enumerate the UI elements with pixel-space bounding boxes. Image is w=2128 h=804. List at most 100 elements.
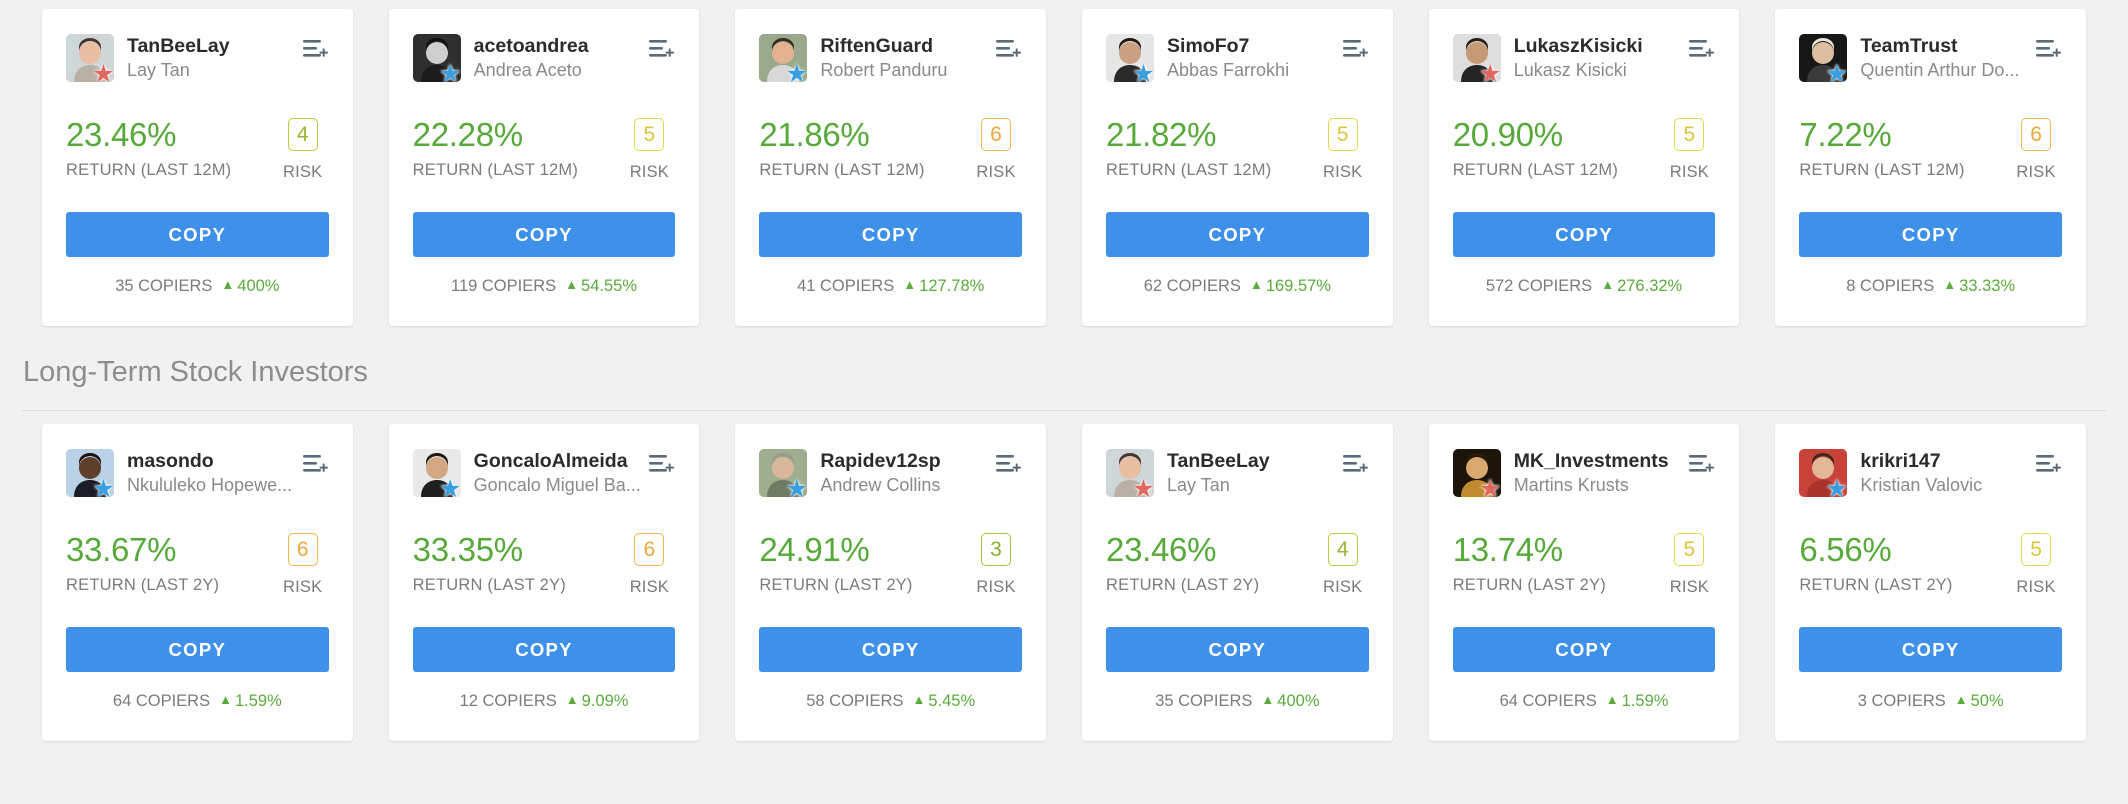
- copiers-change: 1.59%: [1622, 692, 1669, 710]
- verified-star-icon: ★: [92, 478, 115, 501]
- investor-card[interactable]: ★Rapidev12spAndrew Collins24.91%RETURN (…: [735, 424, 1046, 741]
- risk-label: RISK: [1317, 163, 1369, 182]
- investor-realname: Robert Panduru: [820, 59, 990, 82]
- add-to-list-icon[interactable]: [649, 453, 675, 477]
- verified-star-icon: ★: [1825, 63, 1848, 86]
- card-header: ★acetoandreaAndrea Aceto: [413, 9, 676, 91]
- card-stats: 24.91%RETURN (LAST 2Y)3RISK: [759, 506, 1022, 597]
- investor-username[interactable]: SimoFo7: [1167, 35, 1337, 58]
- return-stat: 33.67%RETURN (LAST 2Y): [66, 531, 219, 595]
- add-to-list-icon[interactable]: [996, 453, 1022, 477]
- add-to-list-icon[interactable]: [1343, 38, 1369, 62]
- copiers-change: 400%: [1277, 692, 1319, 710]
- copy-button[interactable]: COPY: [759, 627, 1022, 672]
- copiers-count: 58 COPIERS: [806, 692, 903, 710]
- card-footer: 35 COPIERS▲400%: [66, 277, 329, 296]
- investor-card[interactable]: ★MK_InvestmentsMartins Krusts13.74%RETUR…: [1429, 424, 1740, 741]
- add-to-list-icon[interactable]: [1343, 453, 1369, 477]
- risk-stat: 5RISK: [1663, 116, 1715, 182]
- avatar[interactable]: ★: [1453, 34, 1501, 82]
- copiers-change: 400%: [237, 277, 279, 295]
- add-to-list-icon[interactable]: [303, 453, 329, 477]
- investor-username[interactable]: acetoandrea: [474, 35, 644, 58]
- copy-button[interactable]: COPY: [66, 627, 329, 672]
- return-value: 6.56%: [1799, 531, 1952, 569]
- copy-button[interactable]: COPY: [1799, 627, 2062, 672]
- copy-button[interactable]: COPY: [1453, 627, 1716, 672]
- add-to-list-icon[interactable]: [996, 38, 1022, 62]
- avatar[interactable]: ★: [759, 34, 807, 82]
- risk-badge: 5: [2021, 533, 2051, 566]
- return-label: RETURN (LAST 12M): [413, 161, 578, 180]
- add-to-list-icon[interactable]: [649, 38, 675, 62]
- avatar[interactable]: ★: [413, 449, 461, 497]
- add-to-list-icon[interactable]: [1689, 453, 1715, 477]
- trend-up-icon: ▲: [1250, 277, 1263, 292]
- copiers-count: 64 COPIERS: [1500, 692, 1597, 710]
- investor-names: RiftenGuardRobert Panduru: [820, 34, 990, 82]
- add-to-list-icon[interactable]: [2036, 38, 2062, 62]
- card-stats: 23.46%RETURN (LAST 12M)4RISK: [66, 91, 329, 182]
- copy-button[interactable]: COPY: [413, 627, 676, 672]
- card-header: ★ masondoNkululeko Hopewe...: [66, 424, 329, 506]
- investor-username[interactable]: TanBeeLay: [127, 35, 297, 58]
- investor-username[interactable]: MK_Investments: [1514, 450, 1684, 473]
- copiers-change: 9.09%: [582, 692, 629, 710]
- investor-username[interactable]: TanBeeLay: [1167, 450, 1337, 473]
- copiers-count: 62 COPIERS: [1144, 277, 1241, 295]
- card-stats: 6.56%RETURN (LAST 2Y)5RISK: [1799, 506, 2062, 597]
- investor-username[interactable]: RiftenGuard: [820, 35, 990, 58]
- investor-realname: Lay Tan: [1167, 474, 1337, 497]
- risk-badge: 4: [1328, 533, 1358, 566]
- investor-realname: Nkululeko Hopewe...: [127, 474, 297, 497]
- avatar[interactable]: ★: [1106, 34, 1154, 82]
- card-footer: 64 COPIERS▲1.59%: [1453, 692, 1716, 711]
- investor-card[interactable]: ★GoncaloAlmeidaGoncalo Miguel Ba...33.35…: [389, 424, 700, 741]
- return-value: 33.67%: [66, 531, 219, 569]
- investor-username[interactable]: TeamTrust: [1860, 35, 2030, 58]
- investor-card[interactable]: ★RiftenGuardRobert Panduru21.86%RETURN (…: [735, 9, 1046, 326]
- avatar[interactable]: ★: [759, 449, 807, 497]
- investor-card[interactable]: ★TanBeeLayLay Tan23.46%RETURN (LAST 2Y)4…: [1082, 424, 1393, 741]
- copy-button[interactable]: COPY: [413, 212, 676, 257]
- copy-button[interactable]: COPY: [759, 212, 1022, 257]
- copy-button[interactable]: COPY: [66, 212, 329, 257]
- avatar[interactable]: ★: [1799, 449, 1847, 497]
- investor-card[interactable]: ★TeamTrustQuentin Arthur Do...7.22%RETUR…: [1775, 9, 2086, 326]
- investor-username[interactable]: masondo: [127, 450, 297, 473]
- investor-card[interactable]: ★krikri147Kristian Valovic6.56%RETURN (L…: [1775, 424, 2086, 741]
- copy-button[interactable]: COPY: [1106, 212, 1369, 257]
- investor-username[interactable]: krikri147: [1860, 450, 2030, 473]
- investor-username[interactable]: GoncaloAlmeida: [474, 450, 644, 473]
- trend-up-icon: ▲: [1943, 277, 1956, 292]
- avatar[interactable]: ★: [1799, 34, 1847, 82]
- add-to-list-icon[interactable]: [1689, 38, 1715, 62]
- investor-names: TeamTrustQuentin Arthur Do...: [1860, 34, 2030, 82]
- avatar[interactable]: ★: [1106, 449, 1154, 497]
- investor-username[interactable]: LukaszKisicki: [1514, 35, 1684, 58]
- copiers-count: 35 COPIERS: [1155, 692, 1252, 710]
- investor-card[interactable]: ★ masondoNkululeko Hopewe... 33.67%RETURN …: [42, 424, 353, 741]
- risk-label: RISK: [1663, 163, 1715, 182]
- add-to-list-icon[interactable]: [2036, 453, 2062, 477]
- avatar[interactable]: ★: [66, 449, 114, 497]
- card-header: ★Rapidev12spAndrew Collins: [759, 424, 1022, 506]
- verified-star-icon: ★: [785, 478, 808, 501]
- copy-button[interactable]: COPY: [1799, 212, 2062, 257]
- investor-card[interactable]: ★TanBeeLayLay Tan23.46%RETURN (LAST 12M)…: [42, 9, 353, 326]
- risk-label: RISK: [623, 578, 675, 597]
- investor-card[interactable]: ★acetoandreaAndrea Aceto22.28%RETURN (LA…: [389, 9, 700, 326]
- investor-card[interactable]: ★SimoFo7Abbas Farrokhi21.82%RETURN (LAST…: [1082, 9, 1393, 326]
- avatar[interactable]: ★: [66, 34, 114, 82]
- investor-card[interactable]: ★LukaszKisickiLukasz Kisicki20.90%RETURN…: [1429, 9, 1740, 326]
- avatar[interactable]: ★: [413, 34, 461, 82]
- avatar[interactable]: ★: [1453, 449, 1501, 497]
- risk-stat: 6RISK: [2010, 116, 2062, 182]
- card-footer: 3 COPIERS▲50%: [1799, 692, 2062, 711]
- copy-button[interactable]: COPY: [1106, 627, 1369, 672]
- verified-star-icon: ★: [439, 63, 462, 86]
- investor-cards-page: ★TanBeeLayLay Tan23.46%RETURN (LAST 12M)…: [0, 0, 2128, 804]
- copy-button[interactable]: COPY: [1453, 212, 1716, 257]
- add-to-list-icon[interactable]: [303, 38, 329, 62]
- investor-username[interactable]: Rapidev12sp: [820, 450, 990, 473]
